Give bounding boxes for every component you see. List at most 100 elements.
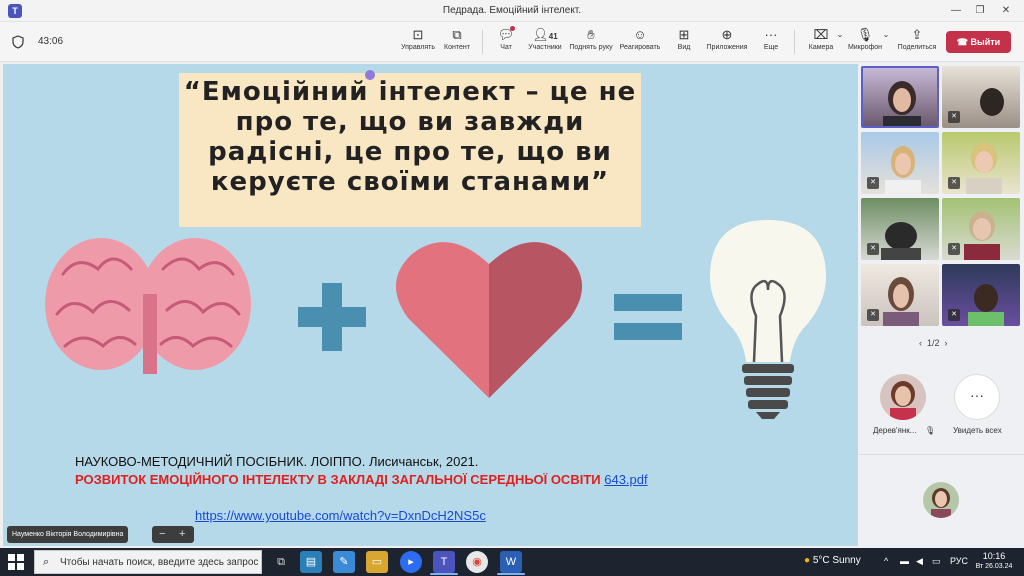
task-view-icon[interactable]: ⧉ [270,551,292,573]
toolbar-separator [794,30,795,54]
chrome-icon[interactable]: ◉ [466,551,488,573]
window-title: Педрада. Емоційний інтелект. [442,5,582,16]
participant-tile[interactable]: ✕ [861,132,939,194]
chat-button[interactable]: 💬︎ Чат [494,26,518,60]
zoom-out-button[interactable]: − [159,526,165,543]
avatar[interactable] [880,374,926,420]
camera-label: Камера [808,44,834,51]
camera-button[interactable]: ⌧ Камера [804,26,838,60]
paint-icon[interactable]: ✎ [333,551,355,573]
title-bar: T Педрада. Емоційний інтелект. — ❐ ✕ [0,0,1024,22]
avatar-image [931,488,951,518]
see-all-button[interactable]: ··· [954,374,1000,420]
toolbar-separator [482,30,483,54]
content-button[interactable]: ⧉ Контент [440,26,474,60]
taskbar-search-placeholder: Чтобы начать поиск, введите здесь запрос [60,557,259,568]
participant-tile[interactable]: ✕ [942,264,1020,326]
zoom-controls: − + [152,526,194,543]
mic-label: Микрофон [847,44,883,51]
zoom-app-icon[interactable]: ▸ [400,551,422,573]
network-icon[interactable]: ▬ [900,556,909,566]
participants-button[interactable]: 👤︎41 Участники [526,26,564,60]
chevron-down-icon: ⌄ [882,30,890,39]
weather-text: 5°C Sunny [812,555,861,566]
clock[interactable]: 10:16 Вт 26.03.24 [972,551,1016,570]
mic-button[interactable]: 🎙︎ Микрофон [846,26,884,60]
windows-taskbar: ⌕ Чтобы начать поиск, введите здесь запр… [0,548,1024,576]
participants-label: Участники [528,44,562,51]
file-explorer-icon[interactable]: ▭ [366,551,388,573]
word-icon[interactable]: W [500,551,522,573]
share-button[interactable]: ⇪ Поделиться [896,26,938,60]
camera-off-icon: ⌧ [813,27,829,42]
manage-button[interactable]: ⊡ Управлять [398,26,438,60]
heart-illustration [396,242,582,398]
pagination: ‹ 1/2 › [919,338,948,348]
youtube-link[interactable]: https://www.youtube.com/watch?v=DxnDcH2N… [195,508,486,523]
taskbar-search[interactable]: ⌕ Чтобы начать поиск, введите здесь запр… [34,550,262,574]
phone-hangup-icon: ☎︎ [956,37,969,47]
shield-icon[interactable] [12,35,24,49]
meeting-timer: 43:06 [38,36,64,47]
mic-options-button[interactable]: ⌄ [882,26,890,60]
participants-panel: ✕ ✕ ✕ ✕ ✕ ✕ ✕ ‹ 1/2 › Дерев'янк... 🎙︎ ··… [859,62,1024,548]
minimize-icon[interactable]: — [946,3,966,19]
pdf-link[interactable]: 643.pdf [604,472,647,487]
slide-quote: “Емоційний інтелект – це не про те, що в… [183,77,637,197]
mic-off-icon: ✕ [948,177,960,189]
share-icon: ⇪ [911,27,923,42]
close-icon[interactable]: ✕ [996,3,1016,19]
chat-label: Чат [500,44,512,51]
participant-tile[interactable] [861,66,939,128]
camera-options-button[interactable]: ⌄ [836,26,844,60]
windows-start-icon[interactable] [8,554,24,570]
participant-tile[interactable]: ✕ [942,66,1020,128]
active-app-indicator [497,573,525,575]
teams-window: T Педрада. Емоційний інтелект. — ❐ ✕ 43:… [0,0,1024,576]
mic-off-icon: ✕ [948,111,960,123]
chevron-down-icon: ⌄ [836,30,844,39]
quote-box: “Емоційний інтелект – це не про те, що в… [179,73,641,227]
slide-subtitle-text: РОЗВИТОК ЕМОЦІЙНОГО ІНТЕЛЕКТУ В ЗАКЛАДІ … [75,472,601,487]
pointer-dot-icon [365,70,375,80]
participant-tile[interactable]: ✕ [942,198,1020,260]
chevron-right-icon[interactable]: › [945,338,948,348]
more-label: Еще [763,44,779,51]
leave-label: Выйти [970,37,1001,47]
slide-citation: НАУКОВО-МЕТОДИЧНИЙ ПОСІБНИК. ЛОІППО. Лис… [75,454,479,469]
presenter-name-tag: Науменко Вікторія Володимирівна [7,526,129,543]
active-app-indicator [430,573,458,575]
speaker-icon[interactable]: ◀ [916,556,923,567]
share-label: Поделиться [897,44,937,51]
mic-off-icon: ✕ [867,309,879,321]
participant-tile[interactable]: ✕ [861,264,939,326]
app-icon[interactable]: ▤ [300,551,322,573]
grid-icon: ⊞ [678,27,690,42]
participant-video [883,81,921,126]
raise-hand-button[interactable]: ✋︎ Поднять руку [568,26,614,60]
apps-button[interactable]: ⊕ Приложения [704,26,750,60]
shared-slide: “Емоційний інтелект – це не про те, що в… [3,64,858,546]
meeting-toolbar: 43:06 ⊡ Управлять ⧉ Контент 💬︎ Чат 👤︎41 … [0,22,1024,62]
self-view-avatar[interactable] [923,482,959,518]
zoom-in-button[interactable]: + [179,526,185,543]
input-language[interactable]: РУС [950,556,968,566]
participant-tile[interactable]: ✕ [942,132,1020,194]
weather-widget[interactable]: ● 5°C Sunny [804,555,861,566]
raise-hand-label: Поднять руку [569,44,613,51]
sun-icon: ● [804,555,811,566]
manage-icon: ⊡ [412,27,424,42]
tray-chevron-icon[interactable]: ^ [884,556,888,566]
restore-icon[interactable]: ❐ [970,3,990,19]
mic-off-icon: ✕ [867,177,879,189]
more-button[interactable]: ··· Еще [758,26,784,60]
leave-button[interactable]: ☎︎ Выйти [946,31,1011,53]
clock-time: 10:16 [982,551,1006,561]
battery-icon[interactable]: ▭ [932,556,941,567]
teams-icon[interactable]: T [433,551,455,573]
react-button[interactable]: ☺ Реагировать [618,26,662,60]
chevron-left-icon[interactable]: ‹ [919,338,922,348]
see-all-label: Увидеть всех [953,426,1002,435]
participant-tile[interactable]: ✕ [861,198,939,260]
view-button[interactable]: ⊞ Вид [672,26,696,60]
